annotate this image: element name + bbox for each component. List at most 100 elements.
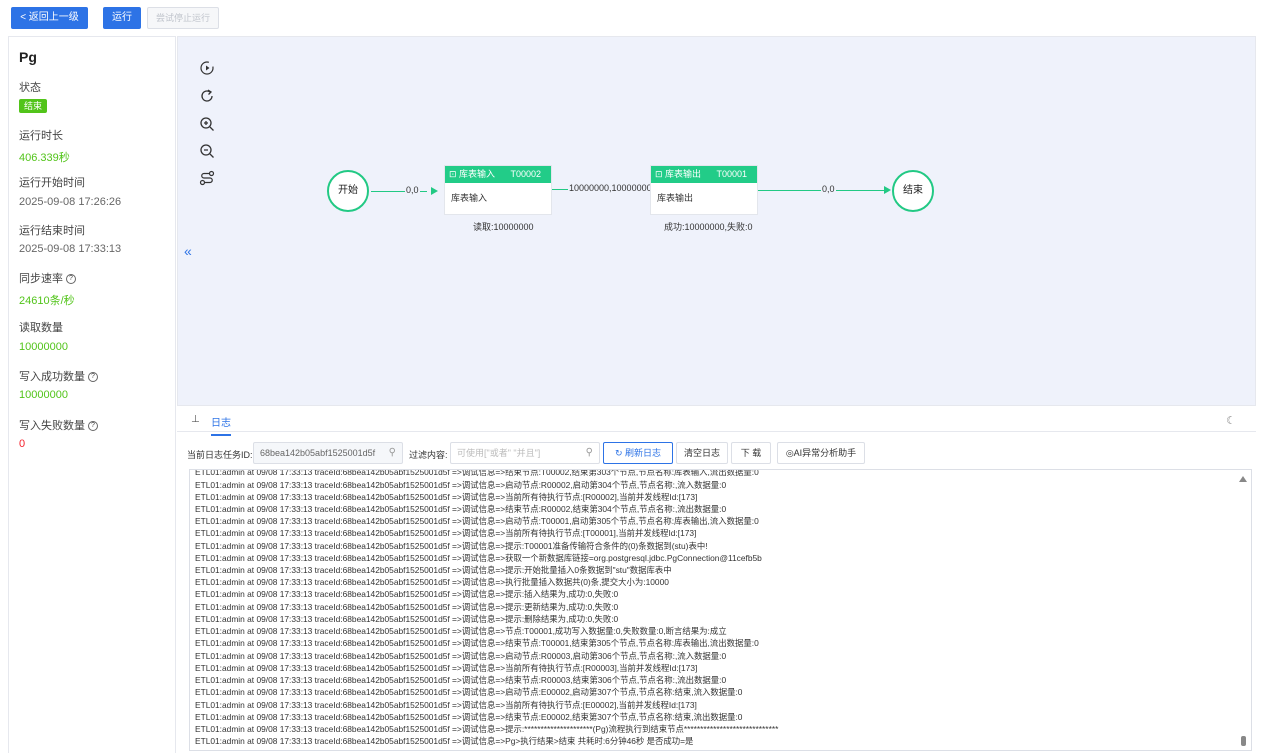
- collapse-panel-icon[interactable]: «: [184, 243, 192, 259]
- task-id-value: 68bea142b05abf1525001d5f: [260, 448, 376, 458]
- filter-label: 过滤内容:: [409, 450, 448, 460]
- stop-button: 尝试停止运行: [147, 7, 219, 29]
- help-icon[interactable]: ?: [88, 372, 98, 383]
- write-ok-label-row: 写入成功数量?: [19, 368, 98, 384]
- node-body: 库表输入: [451, 193, 488, 203]
- log-line: ETL01:admin at 09/08 17:33:13 traceId:68…: [195, 565, 672, 575]
- log-line: ETL01:admin at 09/08 17:33:13 traceId:68…: [195, 504, 727, 514]
- log-line: ETL01:admin at 09/08 17:33:13 traceId:68…: [195, 712, 743, 722]
- log-line: ETL01:admin at 09/08 17:33:13 traceId:68…: [195, 614, 619, 624]
- node-code: T00002: [510, 169, 541, 179]
- flow-title: Pg: [19, 49, 37, 65]
- dock-icon[interactable]: ⊥: [191, 414, 200, 425]
- node-header: ⊡ 库表输入 T00002: [445, 166, 551, 183]
- log-line: ETL01:admin at 09/08 17:33:13 traceId:68…: [195, 589, 619, 599]
- top-toolbar: < 返回上一级 运行 尝试停止运行: [0, 0, 1266, 34]
- end-node[interactable]: 结束: [892, 170, 934, 212]
- node-title: 库表输入: [459, 169, 496, 179]
- log-line: ETL01:admin at 09/08 17:33:13 traceId:68…: [195, 469, 759, 477]
- tab-log[interactable]: 日志: [211, 414, 231, 436]
- log-line: ETL01:admin at 09/08 17:33:13 traceId:68…: [195, 638, 759, 648]
- log-output[interactable]: ETL01:admin at 09/08 17:33:13 traceId:68…: [189, 469, 1252, 751]
- write-ok-value: 10000000: [19, 389, 68, 401]
- arrow-icon: [884, 186, 891, 194]
- run-summary-panel: Pg 状态 结束 运行时长 406.339秒 运行开始时间 2025-09-08…: [8, 36, 176, 753]
- task-id-label: 当前日志任务ID:: [187, 450, 253, 460]
- filter-placeholder: 可使用["或者" "并且"]: [457, 448, 541, 458]
- write-ok-label: 写入成功数量: [19, 371, 85, 383]
- node-table-output[interactable]: ⊡ 库表输出 T00001 库表输出: [650, 165, 758, 215]
- back-button[interactable]: < 返回上一级: [11, 7, 88, 29]
- clear-log-button[interactable]: 清空日志: [676, 442, 728, 464]
- log-line: ETL01:admin at 09/08 17:33:13 traceId:68…: [195, 553, 762, 563]
- node-stat: 成功:10000000,失败:0: [664, 222, 753, 232]
- refresh-icon: ↻: [614, 448, 626, 458]
- zoom-in-icon[interactable]: [198, 116, 216, 134]
- log-filter-bar: 当前日志任务ID: 68bea142b05abf1525001d5f ⚲ 过滤内…: [177, 440, 1256, 466]
- log-line: ETL01:admin at 09/08 17:33:13 traceId:68…: [195, 663, 698, 673]
- log-line: ETL01:admin at 09/08 17:33:13 traceId:68…: [195, 700, 697, 710]
- log-line: ETL01:admin at 09/08 17:33:13 traceId:68…: [195, 541, 708, 551]
- node-header: ⊡ 库表输出 T00001: [651, 166, 757, 183]
- log-line: ETL01:admin at 09/08 17:33:13 traceId:68…: [195, 577, 669, 587]
- start-time-label: 运行开始时间: [19, 177, 85, 189]
- flow-canvas[interactable]: « 开始 0,0 ⊡ 库表输入 T00002 库表输入 读取:10000000 …: [177, 36, 1256, 406]
- rate-value: 24610条/秒: [19, 295, 75, 307]
- zoom-out-icon[interactable]: [198, 143, 216, 161]
- task-id-input[interactable]: 68bea142b05abf1525001d5f ⚲: [253, 442, 403, 464]
- ai-icon: ◎: [785, 448, 794, 458]
- refresh-icon[interactable]: [198, 88, 216, 106]
- end-time-value: 2025-09-08 17:33:13: [19, 243, 122, 255]
- write-fail-label: 写入失败数量: [19, 420, 85, 432]
- help-icon[interactable]: ?: [88, 421, 98, 432]
- edge-label: 0,0: [405, 185, 420, 196]
- edge-label: 0,0: [821, 184, 836, 195]
- node-code: T00001: [716, 169, 747, 179]
- log-line: ETL01:admin at 09/08 17:33:13 traceId:68…: [195, 687, 743, 697]
- download-button[interactable]: 下 载: [731, 442, 771, 464]
- theme-moon-icon[interactable]: ☾: [1226, 414, 1236, 427]
- help-icon[interactable]: ?: [66, 274, 76, 285]
- node-body: 库表输出: [657, 193, 694, 203]
- log-line: ETL01:admin at 09/08 17:33:13 traceId:68…: [195, 480, 727, 490]
- rate-label-row: 同步速率?: [19, 270, 76, 286]
- table-icon: ⊡: [655, 169, 666, 179]
- ai-assistant-button[interactable]: ◎AI异常分析助手: [777, 442, 865, 464]
- scrollbar-thumb[interactable]: [1241, 736, 1246, 746]
- arrow-icon: [431, 187, 438, 195]
- log-line: ETL01:admin at 09/08 17:33:13 traceId:68…: [195, 724, 779, 734]
- table-icon: ⊡: [449, 169, 460, 179]
- log-line: ETL01:admin at 09/08 17:33:13 traceId:68…: [195, 492, 698, 502]
- refresh-log-label: 刷新日志: [625, 448, 662, 458]
- filter-input[interactable]: 可使用["或者" "并且"] ⚲: [450, 442, 600, 464]
- scroll-up-icon[interactable]: [1239, 476, 1247, 482]
- node-table-input[interactable]: ⊡ 库表输入 T00002 库表输入: [444, 165, 552, 215]
- edge-label: 10000000,10000000: [568, 183, 653, 194]
- log-line: ETL01:admin at 09/08 17:33:13 traceId:68…: [195, 516, 759, 526]
- refresh-log-button[interactable]: ↻ 刷新日志: [603, 442, 673, 464]
- end-time-label: 运行结束时间: [19, 225, 85, 237]
- node-stat: 读取:10000000: [473, 222, 534, 232]
- run-button[interactable]: 运行: [103, 7, 141, 29]
- start-time-value: 2025-09-08 17:26:26: [19, 196, 122, 208]
- start-node[interactable]: 开始: [327, 170, 369, 212]
- search-icon[interactable]: ⚲: [586, 443, 593, 463]
- write-fail-value: 0: [19, 438, 26, 450]
- log-line: ETL01:admin at 09/08 17:33:13 traceId:68…: [195, 675, 727, 685]
- read-count-label: 读取数量: [19, 322, 63, 334]
- duration-label: 运行时长: [19, 130, 63, 142]
- search-icon[interactable]: ⚲: [389, 443, 396, 463]
- log-line: ETL01:admin at 09/08 17:33:13 traceId:68…: [195, 736, 694, 746]
- log-tabs: ⊥ 日志 ☾: [177, 406, 1256, 436]
- read-count-value: 10000000: [19, 341, 68, 353]
- rate-label: 同步速率: [19, 273, 63, 285]
- node-title: 库表输出: [665, 169, 702, 179]
- replay-icon[interactable]: [198, 60, 216, 78]
- log-line: ETL01:admin at 09/08 17:33:13 traceId:68…: [195, 651, 727, 661]
- route-icon[interactable]: [198, 170, 216, 188]
- log-line: ETL01:admin at 09/08 17:33:13 traceId:68…: [195, 528, 697, 538]
- status-badge: 结束: [19, 99, 48, 113]
- write-fail-label-row: 写入失败数量?: [19, 417, 98, 433]
- duration-value: 406.339秒: [19, 152, 70, 164]
- log-line: ETL01:admin at 09/08 17:33:13 traceId:68…: [195, 626, 727, 636]
